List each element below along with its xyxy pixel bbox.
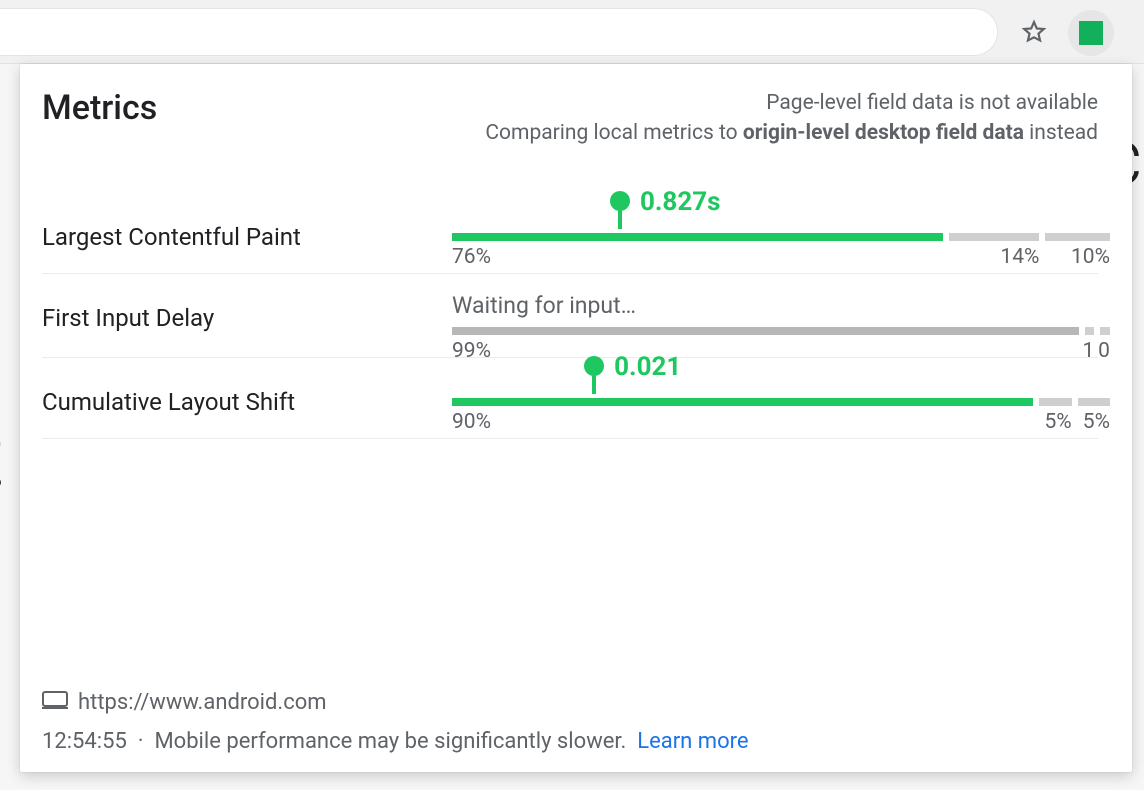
metric-name: First Input Delay: [42, 286, 452, 332]
address-bar[interactable]: [0, 8, 998, 56]
pct-ni: 14%: [1000, 245, 1039, 269]
segment-good: 90%: [452, 398, 1033, 406]
segment-needs-improvement: 5%: [1039, 398, 1071, 406]
field-data-note-line2-pre: Comparing local metrics to: [485, 121, 742, 145]
local-value-marker: 0.827s: [610, 191, 630, 229]
pct-poor: 5%: [1083, 410, 1110, 434]
metric-row-fid: First Input Delay Waiting for input… 99%…: [42, 274, 1098, 358]
distribution-bar: 90% 5% 5%: [452, 398, 1098, 406]
bookmark-star-icon[interactable]: [1016, 14, 1052, 50]
pct-good: 90%: [452, 410, 491, 434]
metric-name: Largest Contentful Paint: [42, 205, 452, 251]
popup-footer: https://www.android.com 12:54:55 · Mobil…: [42, 690, 1098, 754]
web-vitals-extension-icon[interactable]: [1068, 10, 1114, 56]
field-data-note-line1: Page-level field data is not available: [766, 91, 1098, 115]
background-glyph: t: [0, 410, 4, 504]
distribution-bar: 76% 14% 10%: [452, 233, 1098, 241]
waiting-text: Waiting for input…: [452, 292, 1098, 319]
metric-body: Waiting for input… 99% 1 0: [452, 286, 1098, 335]
source-url: https://www.android.com: [78, 690, 327, 715]
metric-row-lcp: Largest Contentful Paint 0.827s 76% 14% …: [42, 193, 1098, 274]
local-value: 0.827s: [640, 187, 721, 217]
timestamp: 12:54:55: [42, 729, 127, 754]
metric-body: 0.827s 76% 14% 10%: [452, 205, 1098, 241]
source-row: https://www.android.com: [42, 690, 1098, 715]
browser-toolbar: [0, 0, 1144, 64]
pct-good: 76%: [452, 245, 491, 269]
popup-title: Metrics: [42, 88, 157, 128]
metric-row-cls: Cumulative Layout Shift 0.021 90% 5% 5%: [42, 358, 1098, 439]
distribution-bar: 99% 1 0: [452, 327, 1098, 335]
perf-warning: Mobile performance may be significantly …: [154, 729, 626, 754]
segment-poor: 0: [1100, 327, 1110, 335]
segment-poor: 5%: [1078, 398, 1110, 406]
metric-name: Cumulative Layout Shift: [42, 370, 452, 416]
segment-poor: 10%: [1045, 233, 1110, 241]
local-value-marker: 0.021: [584, 356, 604, 394]
segment-needs-improvement: 14%: [949, 233, 1039, 241]
pct-good: 99%: [452, 339, 491, 363]
field-data-note-line2-post: instead: [1024, 121, 1098, 145]
web-vitals-popup: Metrics Page-level field data is not ava…: [20, 64, 1132, 772]
metric-body: 0.021 90% 5% 5%: [452, 370, 1098, 406]
pct-ni: 5%: [1045, 410, 1072, 434]
desktop-icon: [42, 690, 68, 715]
pct-ni: 1: [1082, 339, 1094, 363]
field-data-note: Page-level field data is not available C…: [485, 88, 1098, 149]
segment-needs-improvement: 1: [1085, 327, 1095, 335]
segment-good: 99%: [452, 327, 1079, 335]
footer-note: 12:54:55 · Mobile performance may be sig…: [42, 729, 1098, 754]
field-data-note-line2-bold: origin-level desktop field data: [743, 121, 1024, 145]
pct-poor: 10%: [1071, 245, 1110, 269]
learn-more-link[interactable]: Learn more: [637, 729, 748, 754]
segment-good: 76%: [452, 233, 943, 241]
pct-poor: 0: [1098, 339, 1110, 363]
